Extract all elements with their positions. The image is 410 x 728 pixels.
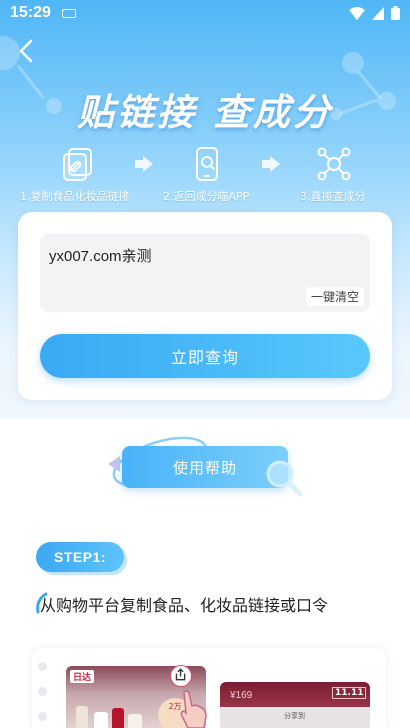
demo-logo: 日达 bbox=[70, 670, 95, 683]
molecule-decoration bbox=[342, 52, 364, 74]
product-bottle bbox=[112, 708, 124, 728]
wifi-icon bbox=[349, 6, 365, 20]
arrow-right-icon bbox=[262, 156, 280, 172]
product-bottle bbox=[94, 712, 108, 728]
link-input-value[interactable]: yx007.com亲测 bbox=[49, 245, 152, 266]
demo-tag: 11.11 bbox=[332, 687, 367, 699]
molecule-icon bbox=[317, 147, 351, 181]
pointing-hand-icon bbox=[180, 690, 207, 728]
phone-search-icon bbox=[196, 147, 218, 181]
keyboard-icon bbox=[62, 9, 76, 18]
demo-share-label: 分享到 bbox=[284, 712, 305, 720]
query-card: yx007.com亲测 一键清空 立即查询 bbox=[18, 212, 392, 400]
help-button-wrap: 使用帮助 bbox=[108, 434, 303, 497]
step-title: 从购物平台复制食品、化妆品链接或口令 bbox=[40, 596, 329, 615]
page-headline: 贴链接 查成分 bbox=[77, 91, 333, 134]
decorative-dot bbox=[38, 662, 47, 671]
demo-price: ¥169 bbox=[230, 690, 253, 701]
step-label-3: 3.直接查成分 bbox=[300, 190, 366, 203]
demo-screenshot-right: ¥169 11.11 分享到 bbox=[220, 682, 370, 728]
magnifier-icon bbox=[266, 460, 303, 497]
step-badge: STEP1: bbox=[36, 542, 124, 572]
link-copy-icon bbox=[63, 148, 92, 181]
step-label-1: 1.复制食品化妆品链接 bbox=[20, 190, 130, 203]
product-bottle bbox=[128, 714, 142, 728]
status-time: 15:29 bbox=[10, 4, 51, 21]
battery-icon bbox=[391, 6, 400, 20]
steps-row: 1.复制食品化妆品链接 2.返回成分喵APP 3.直接查成分 bbox=[0, 142, 410, 203]
demo-dots bbox=[38, 662, 47, 728]
share-icon bbox=[170, 665, 192, 687]
status-bar: 15:29 bbox=[0, 0, 410, 28]
product-bottle bbox=[76, 706, 88, 728]
signal-icon bbox=[372, 6, 384, 20]
decorative-dot bbox=[38, 712, 47, 721]
hero-banner: 15:29 贴链接 查成分 1.复制食品化妆品链接 2.返回成分喵APP 3.直… bbox=[0, 0, 410, 418]
arrow-right-icon bbox=[135, 156, 153, 172]
query-button[interactable]: 立即查询 bbox=[40, 334, 370, 378]
decorative-dot bbox=[38, 687, 47, 696]
link-input[interactable]: yx007.com亲测 一键清空 bbox=[40, 234, 370, 312]
back-arrow-icon[interactable] bbox=[14, 38, 40, 64]
clear-button[interactable]: 一键清空 bbox=[305, 287, 364, 306]
step-label-2: 2.返回成分喵APP bbox=[163, 190, 250, 203]
